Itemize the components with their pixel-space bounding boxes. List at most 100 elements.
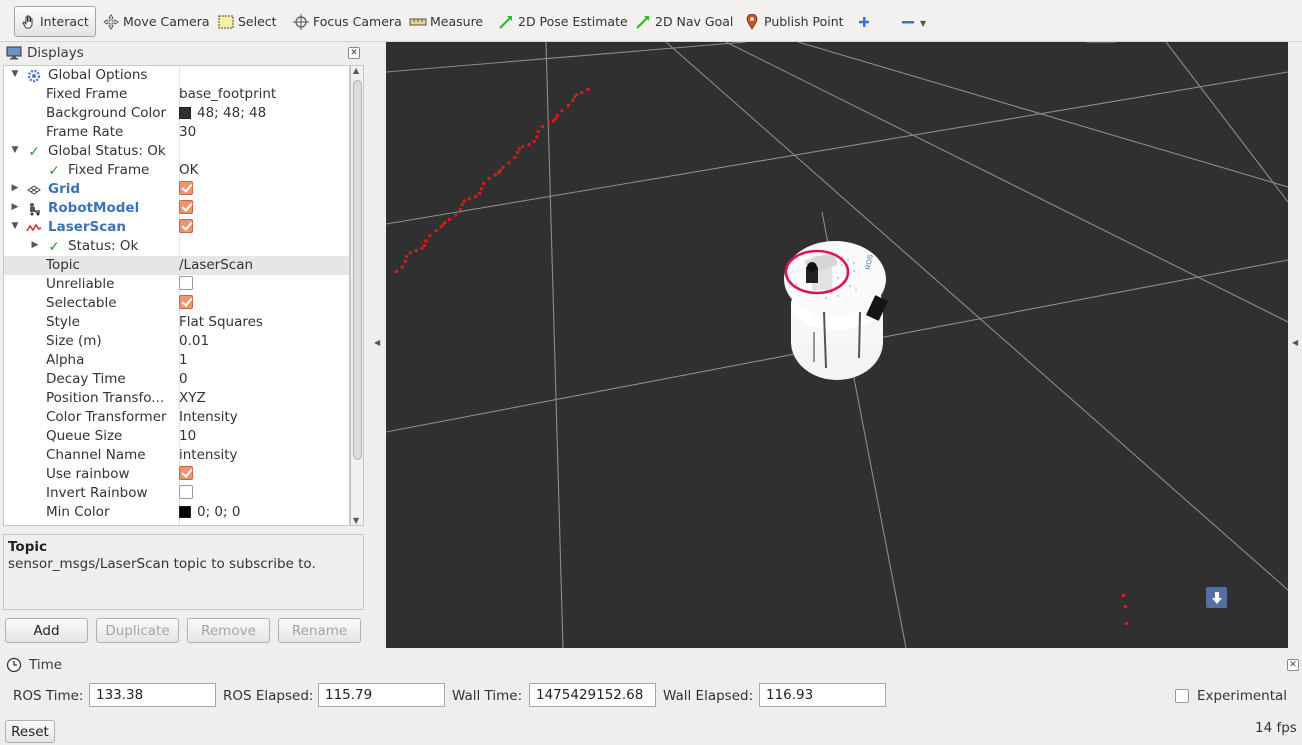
laser-point (448, 218, 452, 221)
rename-display-button[interactable]: Rename (278, 618, 361, 643)
position-transformer-value[interactable]: XYZ (179, 390, 206, 406)
laser-scan-enabled-checkbox[interactable] (179, 219, 193, 233)
tree-row-fixed-frame-status[interactable]: ✓ Fixed Frame OK (4, 161, 349, 180)
download-arrow-icon[interactable] (1206, 587, 1227, 608)
tree-row-style[interactable]: Style Flat Squares (4, 313, 349, 332)
tree-row-position-transformer[interactable]: Position Transfo... XYZ (4, 389, 349, 408)
use-rainbow-checkbox[interactable] (179, 466, 193, 480)
tree-row-min-color[interactable]: Min Color 0; 0; 0 (4, 503, 349, 522)
tree-row-alpha[interactable]: Alpha 1 (4, 351, 349, 370)
ros-elapsed-label: ROS Elapsed: (223, 688, 314, 704)
wall-time-field[interactable]: 1475429152.68 (529, 683, 656, 707)
expand-arrow-icon[interactable]: ▼ (10, 145, 20, 157)
selectable-checkbox[interactable] (179, 295, 193, 309)
tree-row-queue-size[interactable]: Queue Size 10 (4, 427, 349, 446)
displays-title-text: Displays (27, 45, 84, 61)
tree-row-unreliable[interactable]: Unreliable (4, 275, 349, 294)
decay-time-value[interactable]: 0 (179, 371, 188, 387)
grid-enabled-checkbox[interactable] (179, 181, 193, 195)
displays-close-icon[interactable]: ✕ (348, 47, 360, 59)
tree-row-color-transformer[interactable]: Color Transformer Intensity (4, 408, 349, 427)
tree-row-laser-status[interactable]: ▶ ✓ Status: Ok (4, 237, 349, 256)
laser-point (420, 247, 424, 250)
tree-row-selectable[interactable]: Selectable (4, 294, 349, 313)
move-camera-tool-button[interactable]: Move Camera (102, 6, 210, 37)
tree-row-global-options[interactable]: ▼ Global Options (4, 66, 349, 85)
alpha-value[interactable]: 1 (179, 352, 188, 368)
move-camera-tool-label: Move Camera (123, 14, 210, 29)
remove-tool-dropdown[interactable]: ▼ (899, 6, 926, 37)
collapse-left-icon[interactable]: ◀ (374, 338, 380, 347)
laser-point (395, 270, 398, 273)
left-splitter[interactable]: ◀ (372, 42, 384, 648)
tree-row-size[interactable]: Size (m) 0.01 (4, 332, 349, 351)
robot-model-enabled-checkbox[interactable] (179, 200, 193, 214)
expand-arrow-icon[interactable]: ▶ (30, 240, 40, 252)
tree-label: Invert Rainbow (46, 485, 148, 501)
interact-tool-button[interactable]: Interact (14, 6, 96, 37)
wall-elapsed-label: Wall Elapsed: (663, 688, 754, 704)
color-text: 48; 48; 48 (197, 105, 267, 121)
expand-arrow-icon[interactable]: ▼ (10, 69, 20, 81)
expand-arrow-icon[interactable]: ▼ (10, 221, 20, 233)
tree-row-fixed-frame[interactable]: Fixed Frame base_footprint (4, 85, 349, 104)
scroll-up-icon[interactable]: ▲ (353, 66, 359, 75)
2d-nav-goal-tool-button[interactable]: 2D Nav Goal (634, 6, 733, 37)
tree-label: Color Transformer (46, 409, 167, 425)
focus-camera-tool-button[interactable]: Focus Camera (292, 6, 402, 37)
tree-row-frame-rate[interactable]: Frame Rate 30 (4, 123, 349, 142)
queue-size-value[interactable]: 10 (179, 428, 196, 444)
min-color-value[interactable]: 0; 0; 0 (179, 504, 240, 520)
scrollbar-thumb[interactable] (353, 80, 362, 460)
right-splitter[interactable]: ◀ (1289, 42, 1301, 648)
select-tool-button[interactable]: Select (217, 6, 277, 37)
expand-arrow-icon[interactable]: ▶ (10, 183, 20, 195)
tree-label: Channel Name (46, 447, 146, 463)
2d-pose-estimate-tool-button[interactable]: 2D Pose Estimate (497, 6, 628, 37)
tree-row-invert-rainbow[interactable]: Invert Rainbow (4, 484, 349, 503)
laser-point (405, 255, 409, 258)
add-tool-button[interactable] (855, 6, 876, 37)
invert-rainbow-checkbox[interactable] (179, 485, 193, 499)
3d-render-viewport[interactable]: ROS (386, 42, 1288, 648)
time-close-icon[interactable]: ✕ (1287, 659, 1299, 671)
tree-label: Fixed Frame (68, 162, 150, 178)
frame-rate-value[interactable]: 30 (179, 124, 196, 140)
style-value[interactable]: Flat Squares (179, 314, 263, 330)
add-display-button[interactable]: Add (5, 618, 88, 643)
tree-row-background-color[interactable]: Background Color 48; 48; 48 (4, 104, 349, 123)
topic-value[interactable]: /LaserScan (179, 257, 253, 273)
measure-tool-button[interactable]: Measure (409, 6, 483, 37)
ros-time-field[interactable]: 133.38 (89, 683, 216, 707)
publish-point-tool-button[interactable]: Publish Point (743, 6, 844, 37)
tree-row-robot-model[interactable]: ▶ RobotModel (4, 199, 349, 218)
displays-scrollbar[interactable]: ▲ ▼ (350, 65, 364, 526)
color-transformer-value[interactable]: Intensity (179, 409, 238, 425)
expand-arrow-icon[interactable]: ▶ (10, 202, 20, 214)
unreliable-checkbox[interactable] (179, 276, 193, 290)
channel-name-value[interactable]: intensity (179, 447, 238, 463)
laser-point (517, 147, 521, 151)
size-value[interactable]: 0.01 (179, 333, 209, 349)
tree-row-decay-time[interactable]: Decay Time 0 (4, 370, 349, 389)
wall-elapsed-field[interactable]: 116.93 (759, 683, 886, 707)
duplicate-display-button[interactable]: Duplicate (96, 618, 179, 643)
tree-row-use-rainbow[interactable]: Use rainbow (4, 465, 349, 484)
experimental-checkbox[interactable] (1175, 689, 1189, 703)
scroll-down-icon[interactable]: ▼ (353, 516, 359, 525)
tree-row-grid[interactable]: ▶ Grid (4, 180, 349, 199)
reset-button[interactable]: Reset (5, 720, 55, 743)
remove-display-button[interactable]: Remove (187, 618, 270, 643)
tree-row-topic[interactable]: Topic /LaserScan (4, 256, 349, 275)
collapse-right-icon[interactable]: ◀ (1292, 338, 1298, 347)
tree-row-global-status[interactable]: ▼ ✓ Global Status: Ok (4, 142, 349, 161)
laser-point (527, 143, 531, 147)
laser-point (467, 197, 471, 201)
laser-point (513, 156, 517, 159)
ruler-icon (409, 13, 427, 31)
background-color-value[interactable]: 48; 48; 48 (179, 105, 266, 121)
tree-row-laser-scan[interactable]: ▼ LaserScan (4, 218, 349, 237)
tree-row-channel-name[interactable]: Channel Name intensity (4, 446, 349, 465)
fixed-frame-value[interactable]: base_footprint (179, 86, 276, 102)
ros-elapsed-field[interactable]: 115.79 (318, 683, 445, 707)
